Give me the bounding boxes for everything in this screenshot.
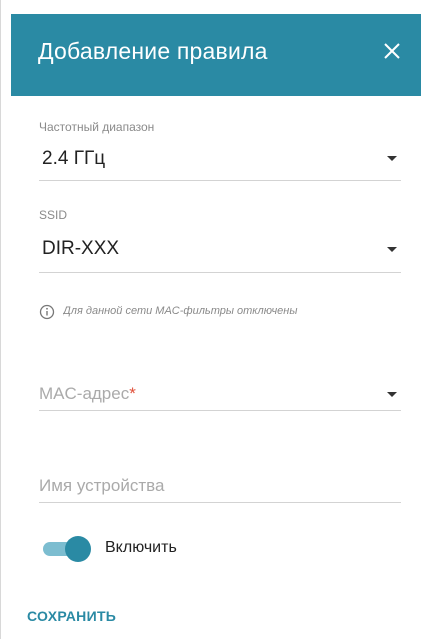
enable-label: Включить (105, 539, 177, 556)
ssid-underline (39, 272, 401, 273)
required-mark: * (129, 384, 136, 403)
device-name-input[interactable]: Имя устройства (39, 472, 401, 504)
note-text: Для данной сети MAC-фильтры отключены (63, 305, 298, 317)
chevron-down-icon[interactable] (387, 247, 397, 252)
save-button[interactable]: СОХРАНИТЬ (27, 608, 116, 624)
device-name-underline (39, 502, 401, 503)
dialog-header: Добавление правила (11, 14, 421, 96)
enable-toggle-row: Включить (39, 530, 339, 566)
enable-toggle-knob[interactable] (65, 536, 91, 562)
dialog-title: Добавление правила (38, 38, 268, 64)
ssid-select[interactable]: SSID DIR-XXX (39, 208, 401, 274)
band-select[interactable]: Частотный диапазон 2.4 ГГц (39, 120, 401, 182)
chevron-down-icon[interactable] (387, 156, 397, 161)
close-icon[interactable] (377, 36, 407, 66)
mac-address-placeholder: MAC-адрес* (39, 384, 136, 403)
band-underline (39, 180, 401, 181)
device-name-placeholder: Имя устройства (39, 476, 165, 495)
mac-underline (39, 410, 401, 411)
band-value: 2.4 ГГц (42, 148, 106, 169)
ssid-label: SSID (39, 208, 68, 222)
mac-filter-note: Для данной сети MAC-фильтры отключены (39, 302, 401, 324)
info-icon (39, 304, 55, 320)
ssid-value: DIR-XXX (42, 238, 120, 259)
add-rule-dialog: Добавление правила Частотный диапазон 2.… (0, 0, 424, 639)
mac-address-select[interactable]: MAC-адрес* (39, 380, 401, 412)
band-label: Частотный диапазон (39, 120, 155, 134)
chevron-down-icon[interactable] (387, 392, 397, 397)
